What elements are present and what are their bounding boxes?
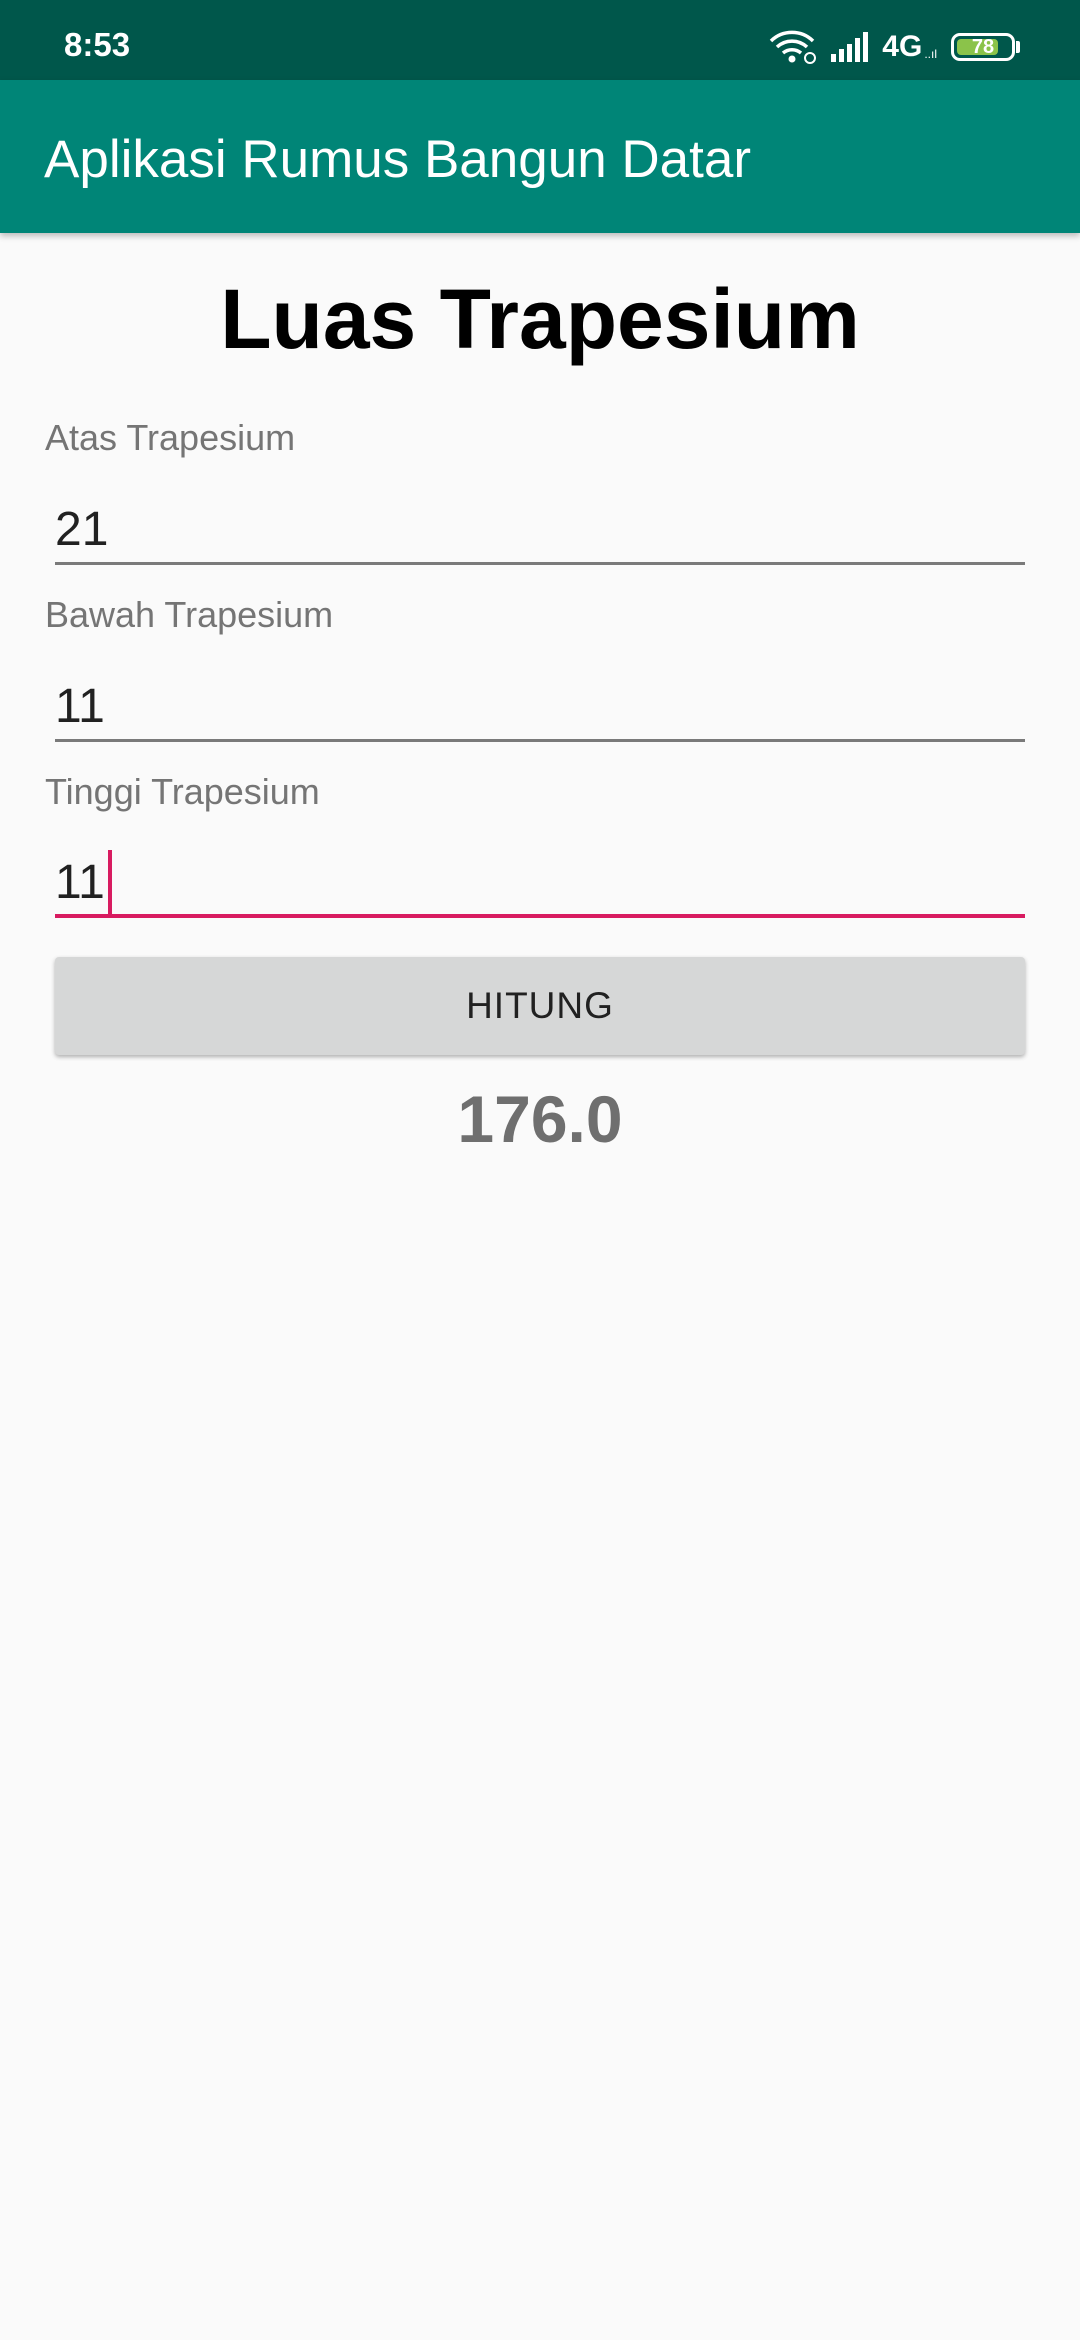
page-title: Luas Trapesium [220,272,860,366]
battery-icon: 78 [951,33,1015,61]
atas-trapesium-value: 21 [55,503,109,556]
tinggi-trapesium-input[interactable]: 11 [55,848,1025,918]
status-time: 8:53 [64,26,131,63]
atas-trapesium-label: Atas Trapesium [45,417,296,458]
signal-icon [830,32,870,62]
tinggi-trapesium-label: Tinggi Trapesium [45,771,320,812]
bawah-trapesium-label: Bawah Trapesium [45,594,334,635]
network-type: 4G [882,30,923,63]
status-bar: 8:53 4G ..ıl 78 [0,0,1080,80]
status-icons: 4G ..ıl 78 [768,30,1020,64]
hitung-button[interactable]: HITUNG [55,957,1025,1055]
wifi-icon [768,30,817,64]
atas-trapesium-input[interactable]: 21 [55,495,1025,565]
battery-tip [1016,41,1020,53]
bawah-trapesium-value: 11 [55,680,105,733]
app-title: Aplikasi Rumus Bangun Datar [44,130,752,189]
network-activity: ..ıl [924,47,937,61]
bawah-trapesium-input[interactable]: 11 [55,672,1025,742]
tinggi-trapesium-value: 11 [55,856,105,909]
app-bar: Aplikasi Rumus Bangun Datar [0,80,1080,233]
battery-level: 78 [971,36,995,58]
result-value: 176.0 [457,1082,623,1156]
text-cursor [107,850,112,915]
